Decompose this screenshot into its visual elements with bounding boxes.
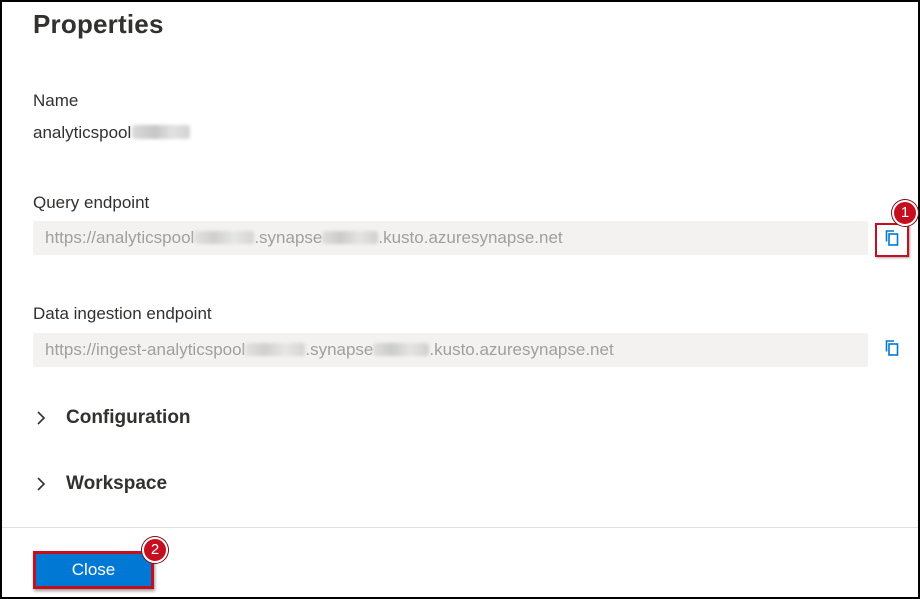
query-endpoint-prefix: https://analyticspool bbox=[45, 228, 195, 247]
close-button[interactable]: Close bbox=[33, 551, 154, 589]
ingestion-endpoint-suffix: .kusto.azuresynapse.net bbox=[429, 340, 614, 359]
chevron-right-icon bbox=[33, 410, 49, 426]
ingestion-endpoint-field[interactable]: https://ingest-analyticspool .synapse .kus… bbox=[33, 333, 868, 367]
redacted-text bbox=[132, 125, 191, 139]
footer-divider bbox=[2, 527, 918, 528]
chevron-right-icon bbox=[33, 476, 49, 492]
redacted-text bbox=[245, 343, 306, 356]
redacted-text bbox=[373, 343, 430, 356]
query-endpoint-label: Query endpoint bbox=[33, 193, 150, 212]
ingestion-endpoint-middle: .synapse bbox=[305, 340, 374, 359]
ingestion-endpoint-label: Data ingestion endpoint bbox=[33, 304, 212, 323]
redacted-text bbox=[322, 231, 379, 244]
section-title: Workspace bbox=[66, 473, 168, 494]
section-title: Configuration bbox=[66, 407, 191, 428]
name-value: analyticspool bbox=[33, 123, 191, 143]
copy-ingestion-endpoint-button[interactable] bbox=[875, 333, 909, 367]
properties-panel: Properties Name analyticspool Query endp… bbox=[0, 0, 920, 599]
copy-icon bbox=[883, 229, 901, 252]
query-endpoint-middle: .synapse bbox=[254, 228, 323, 247]
redacted-text bbox=[194, 231, 255, 244]
query-endpoint-field[interactable]: https://analyticspool .synapse .kusto.azur… bbox=[33, 221, 868, 255]
copy-icon bbox=[883, 339, 901, 362]
panel-title: Properties bbox=[33, 9, 164, 39]
callout-badge-2: 2 bbox=[142, 537, 168, 563]
section-workspace[interactable]: Workspace bbox=[33, 470, 167, 498]
name-value-text: analyticspool bbox=[33, 123, 132, 142]
ingestion-endpoint-prefix: https://ingest-analyticspool bbox=[45, 340, 246, 359]
query-endpoint-suffix: .kusto.azuresynapse.net bbox=[378, 228, 563, 247]
copy-query-endpoint-button[interactable] bbox=[875, 223, 909, 257]
callout-badge-1: 1 bbox=[892, 200, 918, 226]
name-label: Name bbox=[33, 91, 79, 110]
section-configuration[interactable]: Configuration bbox=[33, 404, 191, 432]
